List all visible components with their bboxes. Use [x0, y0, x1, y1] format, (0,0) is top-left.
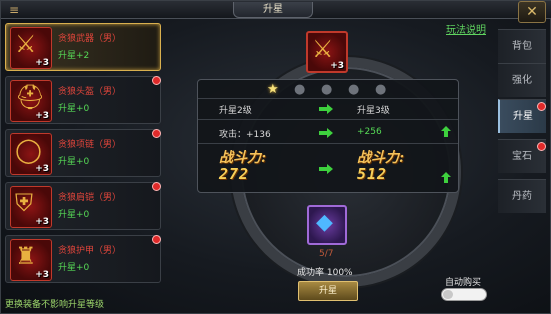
item-enhance-level: +3 — [35, 217, 49, 227]
equipment-item-helmet[interactable]: ⛑ +3 贪狼头盔（男） 升星+0 — [5, 76, 161, 124]
close-button[interactable]: ✕ — [518, 1, 546, 23]
tab-label: 丹药 — [512, 191, 532, 202]
power-label: 战斗力: — [219, 150, 267, 166]
attack-next: +256 — [357, 127, 382, 137]
necklace-glyph: ◯ — [15, 136, 42, 164]
power-current: 272 — [219, 165, 250, 183]
item-enhance-level: +3 — [35, 270, 49, 280]
armor-icon: ♜ +3 — [10, 239, 52, 281]
window-title: 升星 — [233, 2, 313, 18]
sword-icon: ⚔ +3 — [306, 31, 348, 73]
tab-label: 宝石 — [512, 151, 532, 162]
equipment-item-necklace[interactable]: ◯ +3 贪狼项链（男） 升星+0 — [5, 129, 161, 177]
material-count: 5/7 — [319, 249, 334, 259]
star-icon-filled: ★ — [267, 82, 279, 97]
attack-current: 攻击：+136 — [219, 130, 271, 140]
star-icon-empty: ● — [294, 82, 306, 97]
star-icon-empty: ● — [375, 82, 387, 97]
up-arrow-icon — [441, 126, 451, 137]
equipment-name: 贪狼护甲（男） — [58, 246, 122, 256]
crystal-icon[interactable]: ◆ — [307, 205, 347, 245]
tab-label: 强化 — [512, 75, 532, 86]
armor-glyph: ♜ — [15, 242, 37, 270]
star-icon-empty: ● — [348, 82, 360, 97]
title-bar: ≡ 升星 — [1, 1, 551, 19]
right-arrow-icon — [319, 164, 333, 174]
power-next: 512 — [357, 165, 388, 183]
tab-enhance[interactable]: 强化 — [498, 63, 546, 97]
item-enhance-level: +3 — [35, 58, 49, 68]
shoulder-armor-icon: ⛨ +3 — [10, 186, 52, 228]
up-arrow-icon — [441, 172, 451, 183]
tab-backpack[interactable]: 背包 — [498, 29, 546, 63]
help-link[interactable]: 玩法说明 — [446, 21, 486, 36]
divider — [198, 119, 458, 120]
sword-icon: ⚔ +3 — [10, 27, 52, 69]
tab-gem[interactable]: 宝石 — [498, 139, 546, 173]
notification-dot — [537, 102, 546, 111]
necklace-icon: ◯ +3 — [10, 133, 52, 175]
helmet-glyph: ⛑ — [15, 83, 46, 111]
divider — [198, 143, 458, 144]
upgrade-star-button[interactable]: 升星 — [298, 281, 358, 301]
equipment-name: 贪狼武器（男） — [58, 34, 122, 44]
divider — [198, 98, 458, 99]
sword-glyph: ⚔ — [312, 35, 334, 63]
next-star-level: 升星3级 — [357, 106, 390, 116]
equipment-star-level: 升星+0 — [58, 104, 90, 114]
item-enhance-level: +3 — [35, 111, 49, 121]
menu-icon[interactable]: ≡ — [3, 2, 25, 18]
equipment-list: ⚔ +3 贪狼武器（男） 升星+2 ⛑ +3 贪狼头盔（男） 升星+0 ◯ +3… — [5, 23, 163, 289]
tab-label: 升星 — [513, 111, 533, 122]
toggle-knob — [443, 290, 453, 299]
success-rate: 成功率 100% — [297, 268, 353, 278]
notification-dot — [152, 182, 161, 191]
notification-dot — [152, 129, 161, 138]
notification-dot — [152, 76, 161, 85]
auto-buy-toggle[interactable] — [441, 288, 487, 301]
equipment-item-armor[interactable]: ♜ +3 贪狼护甲（男） 升星+0 — [5, 235, 161, 283]
tab-star-up[interactable]: 升星 — [498, 99, 546, 133]
sword-glyph: ⚔ — [15, 30, 37, 58]
notification-dot — [152, 235, 161, 244]
equipment-item-shoulder[interactable]: ⛨ +3 贪狼肩铠（男） 升星+0 — [5, 182, 161, 230]
item-enhance-level: +3 — [35, 164, 49, 174]
tab-label: 背包 — [512, 41, 532, 52]
star-icon-empty: ● — [321, 82, 333, 97]
equipment-name: 贪狼项链（男） — [58, 140, 122, 150]
crystal-glyph: ◆ — [316, 210, 333, 235]
power-label-next: 战斗力: — [357, 150, 405, 166]
star-rating: ★ ● ● ● ● — [267, 83, 407, 97]
notification-dot — [537, 142, 546, 151]
current-star-level: 升星2级 — [219, 106, 252, 116]
equipment-star-level: 升星+0 — [58, 263, 90, 273]
hint-text: 更换装备不影响升星等级 — [5, 300, 105, 310]
auto-buy-label: 自动购买 — [445, 278, 482, 288]
game-window: ≡ 升星 ✕ 玩法说明 ⚔ +3 贪狼武器（男） 升星+2 ⛑ +3 贪狼头盔（… — [0, 0, 551, 314]
equipment-name: 贪狼头盔（男） — [58, 87, 122, 97]
helmet-icon: ⛑ +3 — [10, 80, 52, 122]
equipment-star-level: 升星+2 — [58, 51, 90, 61]
equipment-star-level: 升星+0 — [58, 157, 90, 167]
equipment-name: 贪狼肩铠（男） — [58, 193, 122, 203]
equipment-star-level: 升星+0 — [58, 210, 90, 220]
tab-pill[interactable]: 丹药 — [498, 179, 546, 213]
right-arrow-icon — [319, 104, 333, 114]
equipment-item-weapon[interactable]: ⚔ +3 贪狼武器（男） 升星+2 — [5, 23, 161, 71]
shoulder-armor-glyph: ⛨ — [15, 189, 33, 217]
item-enhance-level: +3 — [330, 61, 344, 71]
right-arrow-icon — [319, 128, 333, 138]
